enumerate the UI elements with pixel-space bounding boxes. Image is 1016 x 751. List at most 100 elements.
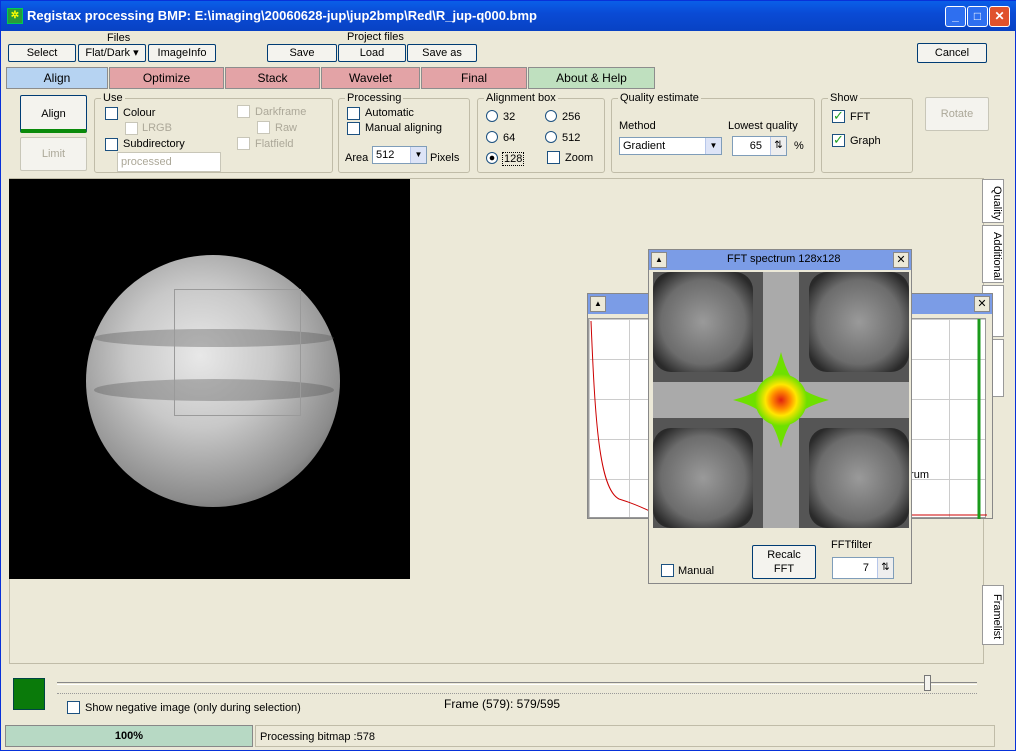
fftfilter-label: FFTfilter [831, 539, 872, 551]
planet-image[interactable] [9, 179, 410, 579]
minimize-button[interactable]: _ [945, 6, 966, 27]
tab-final[interactable]: Final [421, 67, 527, 89]
subdirectory-input[interactable]: processed [117, 152, 221, 172]
raw-label: Raw [275, 122, 298, 134]
box-32-label: 32 [503, 111, 516, 123]
spinner-icon[interactable]: ⇅ [770, 137, 786, 155]
fft-titlebar[interactable]: ▲ FFT spectrum 128x128 ✕ [649, 250, 911, 270]
fft-spectrum-image [653, 272, 909, 528]
automatic-label: Automatic [365, 107, 414, 119]
raw-checkbox[interactable] [257, 121, 270, 134]
lowest-quality-input[interactable]: 65 ⇅ [732, 136, 787, 156]
imageinfo-button[interactable]: ImageInfo [148, 44, 216, 62]
lrgb-checkbox[interactable] [125, 122, 138, 135]
alignment-box-overlay[interactable] [174, 289, 301, 416]
box-64-label: 64 [503, 132, 516, 144]
tab-wavelet[interactable]: Wavelet [321, 67, 420, 89]
recalc-line2: FFT [773, 563, 795, 575]
progress-text: 100% [114, 730, 144, 742]
quality-estimate-label: Quality estimate [618, 92, 701, 104]
fft-checkbox[interactable]: ✓ [832, 109, 845, 123]
rotate-button[interactable]: Rotate [925, 97, 989, 131]
spinner-icon[interactable]: ⇅ [877, 558, 893, 578]
manual-aligning-label: Manual aligning [365, 122, 443, 134]
tab-align[interactable]: Align [6, 67, 108, 89]
collapse-icon[interactable]: ▲ [590, 296, 606, 312]
lrgb-label: LRGB [142, 122, 172, 134]
box-128-radio[interactable] [486, 152, 498, 164]
fftfilter-input[interactable]: 7 ⇅ [832, 557, 894, 579]
flatfield-checkbox[interactable] [237, 137, 250, 150]
frame-slider-track[interactable] [57, 682, 977, 685]
tab-optimize[interactable]: Optimize [109, 67, 224, 89]
fft-manual-checkbox[interactable] [661, 564, 674, 577]
fft-manual-label: Manual [678, 565, 715, 577]
flat-dark-button[interactable]: Flat/Dark ▾ [78, 44, 146, 62]
darkframe-label: Darkframe [255, 106, 307, 118]
save-button[interactable]: Save [267, 44, 337, 62]
close-icon[interactable]: ✕ [974, 296, 990, 312]
percent-label: % [794, 140, 804, 152]
colour-label: Colour [123, 107, 156, 119]
slider-ticks [57, 693, 977, 694]
fft-title: FFT spectrum 128x128 [727, 253, 841, 265]
box-32-radio[interactable] [486, 110, 498, 122]
maximize-button[interactable]: □ [967, 6, 988, 27]
frame-slider-thumb[interactable] [924, 675, 932, 691]
load-button[interactable]: Load [338, 44, 406, 62]
show-negative-checkbox[interactable] [67, 701, 80, 714]
collapse-icon[interactable]: ▲ [651, 252, 667, 268]
darkframe-checkbox[interactable] [237, 105, 250, 118]
flatfield-label: Flatfield [255, 138, 294, 150]
box-128-label: 128 [502, 152, 525, 166]
show-negative-label: Show negative image (only during selecti… [85, 702, 301, 714]
title-bar[interactable]: ✲ Registax processing BMP: E:\imaging\20… [1, 1, 1016, 31]
automatic-checkbox[interactable] [347, 107, 360, 120]
pixels-label: Pixels [430, 152, 460, 164]
area-value: 512 [376, 149, 395, 161]
fft-label: FFT [850, 111, 871, 123]
main-window: ✲ Registax processing BMP: E:\imaging\20… [0, 0, 1016, 751]
fft-window[interactable]: ▲ FFT spectrum 128x128 ✕ Manual Recalc F… [648, 249, 912, 584]
side-tab-quality[interactable]: Quality [982, 179, 1004, 223]
manual-aligning-checkbox[interactable] [347, 122, 360, 135]
area-label: Area [345, 152, 369, 164]
close-button[interactable]: ✕ [989, 6, 1010, 27]
use-label: Use [101, 92, 125, 104]
limit-button[interactable]: Limit [20, 137, 87, 171]
progress-bar: 100% [5, 725, 253, 747]
recalc-line1: Recalc [767, 549, 801, 561]
fft-spectrum-graphic [653, 272, 909, 528]
method-select[interactable]: Gradient ▼ [619, 137, 722, 155]
processing-label: Processing [345, 92, 404, 104]
save-as-button[interactable]: Save as [407, 44, 477, 62]
chevron-down-icon: ▼ [410, 147, 426, 163]
app-icon: ✲ [7, 8, 23, 24]
project-files-label: Project files [347, 31, 404, 43]
box-512-label: 512 [562, 132, 581, 144]
lowest-quality-label: Lowest quality [728, 120, 798, 132]
box-512-radio[interactable] [545, 131, 557, 143]
subdirectory-label: Subdirectory [123, 138, 185, 150]
box-256-radio[interactable] [545, 110, 557, 122]
recalc-fft-button[interactable]: Recalc FFT [752, 545, 816, 579]
side-tab-framelist[interactable]: Framelist [982, 585, 1004, 645]
graph-label: Graph [850, 135, 881, 147]
graph-checkbox[interactable]: ✓ [832, 133, 845, 147]
fftfilter-value: 7 [862, 562, 869, 574]
align-button[interactable]: Align [20, 95, 87, 133]
tab-stack[interactable]: Stack [225, 67, 320, 89]
colour-checkbox[interactable] [105, 107, 118, 120]
cancel-button[interactable]: Cancel [917, 43, 987, 63]
status-text: Processing bitmap :578 [260, 731, 375, 743]
side-tab-additional[interactable]: Additional [982, 225, 1004, 283]
area-select[interactable]: 512 ▼ [372, 146, 427, 164]
zoom-checkbox[interactable] [547, 151, 560, 164]
select-button[interactable]: Select [8, 44, 76, 62]
close-icon[interactable]: ✕ [893, 252, 909, 268]
tab-about-help[interactable]: About & Help [528, 67, 655, 89]
lowest-quality-value: 65 [749, 140, 762, 152]
method-value: Gradient [623, 140, 666, 152]
box-64-radio[interactable] [486, 131, 498, 143]
subdirectory-checkbox[interactable] [105, 138, 118, 151]
